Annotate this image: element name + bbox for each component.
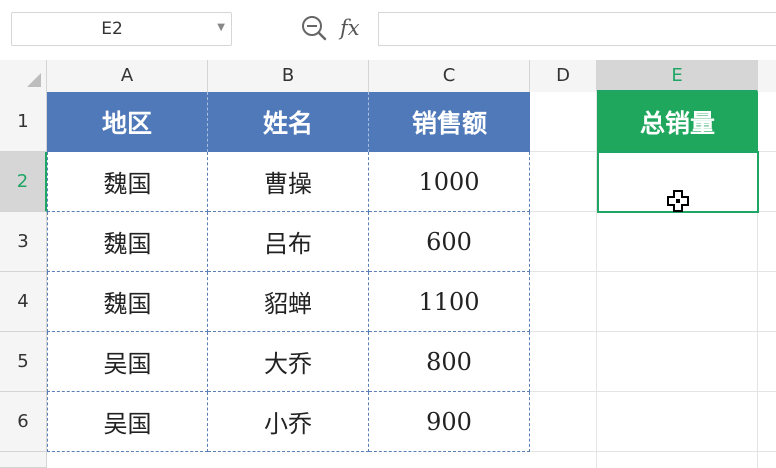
header-cell-sales[interactable]: 销售额 (369, 92, 530, 152)
header-cell-region[interactable]: 地区 (47, 92, 208, 152)
table-cell[interactable]: 800 (369, 332, 530, 392)
table-cell[interactable]: 吴国 (47, 392, 208, 452)
name-box-value: E2 (101, 19, 123, 39)
chevron-down-icon[interactable]: ▼ (217, 22, 225, 33)
table-cell[interactable]: 大乔 (208, 332, 369, 392)
header-cell-name[interactable]: 姓名 (208, 92, 369, 152)
formula-tools: fx (300, 14, 370, 46)
row-header-6[interactable]: 6 (0, 392, 47, 452)
row-header-5[interactable]: 5 (0, 332, 47, 392)
table-cell[interactable]: 吴国 (47, 332, 208, 392)
table-cell[interactable]: 1000 (369, 152, 530, 212)
table-cell[interactable]: 魏国 (47, 152, 208, 212)
table-cell[interactable]: 魏国 (47, 272, 208, 332)
column-header-d[interactable]: D (530, 60, 597, 92)
zoom-formula-icon[interactable] (300, 14, 328, 42)
row-header-4[interactable]: 4 (0, 272, 47, 332)
column-header-e[interactable]: E (597, 60, 758, 92)
column-header-c[interactable]: C (369, 60, 530, 92)
formula-input[interactable] (378, 12, 776, 46)
header-cell-total-sales[interactable]: 总销量 (597, 92, 758, 152)
row-header-3[interactable]: 3 (0, 212, 47, 272)
table-cell[interactable]: 小乔 (208, 392, 369, 452)
select-all-triangle-icon (27, 73, 41, 87)
table-cell[interactable]: 900 (369, 392, 530, 452)
formula-bar: E2 ▼ fx (0, 0, 776, 60)
row-header-2[interactable]: 2 (0, 152, 47, 212)
table-cell[interactable]: 吕布 (208, 212, 369, 272)
name-box[interactable]: E2 ▼ (11, 12, 232, 46)
row-header-7[interactable] (0, 452, 47, 468)
table-cell[interactable]: 曹操 (208, 152, 369, 212)
cell-select-cursor-icon (667, 190, 689, 212)
column-header-row: A B C D E (0, 60, 776, 92)
column-header-b[interactable]: B (208, 60, 369, 92)
row-header-1[interactable]: 1 (0, 92, 47, 152)
column-header-a[interactable]: A (47, 60, 208, 92)
table-cell[interactable]: 600 (369, 212, 530, 272)
table-cell[interactable]: 魏国 (47, 212, 208, 272)
fx-icon[interactable]: fx (340, 16, 360, 40)
select-all-button[interactable] (0, 60, 47, 92)
table-cell[interactable]: 1100 (369, 272, 530, 332)
table-cell[interactable]: 貂蝉 (208, 272, 369, 332)
